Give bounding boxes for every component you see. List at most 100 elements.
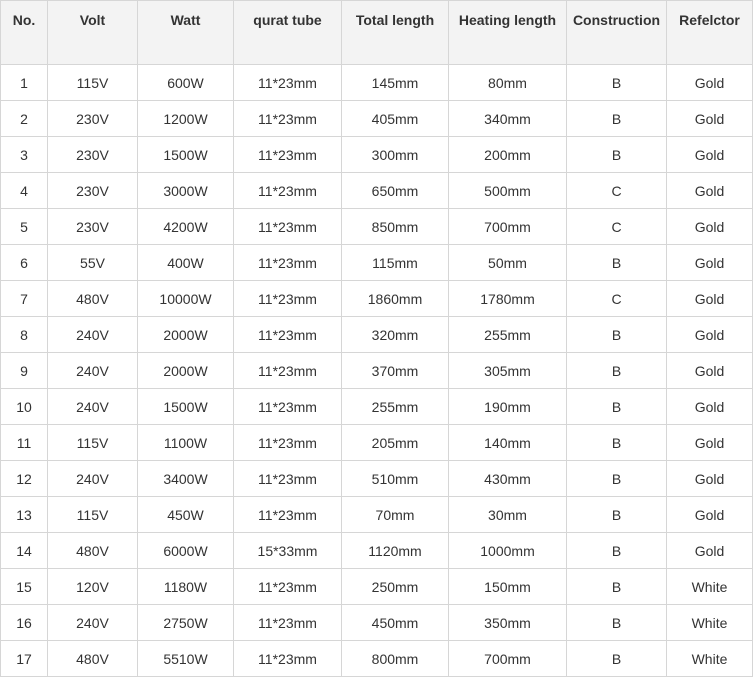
cell-no: 15	[0, 568, 48, 605]
cell-heating-length: 340mm	[448, 100, 567, 137]
cell-no: 4	[0, 172, 48, 209]
table-row: 14 480V 6000W 15*33mm 1120mm 1000mm B Gold	[0, 532, 753, 569]
cell-no: 5	[0, 208, 48, 245]
cell-quartz-tube: 11*23mm	[233, 496, 342, 533]
cell-total-length: 370mm	[341, 352, 449, 389]
cell-construction: B	[566, 316, 667, 353]
cell-watt: 10000W	[137, 280, 234, 317]
cell-construction: B	[566, 64, 667, 101]
cell-construction: B	[566, 604, 667, 641]
cell-construction: B	[566, 568, 667, 605]
cell-total-length: 1860mm	[341, 280, 449, 317]
cell-volt: 240V	[47, 460, 138, 497]
cell-volt: 55V	[47, 244, 138, 281]
cell-volt: 240V	[47, 388, 138, 425]
cell-volt: 120V	[47, 568, 138, 605]
cell-reflector: Gold	[666, 532, 753, 569]
header-row: No. Volt Watt qurat tube Total length He…	[0, 0, 753, 65]
cell-quartz-tube: 11*23mm	[233, 64, 342, 101]
cell-total-length: 250mm	[341, 568, 449, 605]
cell-watt: 2000W	[137, 316, 234, 353]
table-row: 6 55V 400W 11*23mm 115mm 50mm B Gold	[0, 244, 753, 281]
table-row: 9 240V 2000W 11*23mm 370mm 305mm B Gold	[0, 352, 753, 389]
cell-construction: B	[566, 136, 667, 173]
cell-heating-length: 700mm	[448, 208, 567, 245]
cell-reflector: Gold	[666, 424, 753, 461]
cell-heating-length: 150mm	[448, 568, 567, 605]
cell-heating-length: 80mm	[448, 64, 567, 101]
cell-volt: 240V	[47, 352, 138, 389]
cell-heating-length: 140mm	[448, 424, 567, 461]
cell-heating-length: 305mm	[448, 352, 567, 389]
cell-heating-length: 350mm	[448, 604, 567, 641]
cell-volt: 230V	[47, 208, 138, 245]
cell-no: 2	[0, 100, 48, 137]
cell-watt: 1500W	[137, 388, 234, 425]
cell-quartz-tube: 11*23mm	[233, 604, 342, 641]
cell-volt: 480V	[47, 280, 138, 317]
cell-no: 17	[0, 640, 48, 677]
cell-watt: 1100W	[137, 424, 234, 461]
cell-reflector: White	[666, 640, 753, 677]
cell-total-length: 1120mm	[341, 532, 449, 569]
cell-total-length: 300mm	[341, 136, 449, 173]
cell-quartz-tube: 11*23mm	[233, 352, 342, 389]
table-row: 8 240V 2000W 11*23mm 320mm 255mm B Gold	[0, 316, 753, 353]
cell-quartz-tube: 11*23mm	[233, 316, 342, 353]
table-row: 15 120V 1180W 11*23mm 250mm 150mm B White	[0, 568, 753, 605]
cell-reflector: Gold	[666, 316, 753, 353]
cell-total-length: 650mm	[341, 172, 449, 209]
cell-volt: 230V	[47, 136, 138, 173]
cell-heating-length: 255mm	[448, 316, 567, 353]
header-total-length: Total length	[341, 0, 449, 65]
cell-total-length: 115mm	[341, 244, 449, 281]
cell-no: 14	[0, 532, 48, 569]
cell-total-length: 800mm	[341, 640, 449, 677]
cell-no: 1	[0, 64, 48, 101]
cell-construction: B	[566, 496, 667, 533]
cell-no: 12	[0, 460, 48, 497]
table-row: 7 480V 10000W 11*23mm 1860mm 1780mm C Gold	[0, 280, 753, 317]
cell-volt: 115V	[47, 64, 138, 101]
cell-watt: 4200W	[137, 208, 234, 245]
cell-total-length: 145mm	[341, 64, 449, 101]
cell-no: 3	[0, 136, 48, 173]
table-row: 4 230V 3000W 11*23mm 650mm 500mm C Gold	[0, 172, 753, 209]
cell-heating-length: 30mm	[448, 496, 567, 533]
cell-reflector: Gold	[666, 172, 753, 209]
cell-reflector: Gold	[666, 496, 753, 533]
cell-watt: 2000W	[137, 352, 234, 389]
table-body: 1 115V 600W 11*23mm 145mm 80mm B Gold 2 230V 1200W…	[0, 64, 753, 677]
cell-quartz-tube: 11*23mm	[233, 208, 342, 245]
cell-total-length: 205mm	[341, 424, 449, 461]
cell-no: 11	[0, 424, 48, 461]
cell-construction: B	[566, 460, 667, 497]
cell-total-length: 70mm	[341, 496, 449, 533]
cell-no: 16	[0, 604, 48, 641]
cell-heating-length: 50mm	[448, 244, 567, 281]
cell-watt: 450W	[137, 496, 234, 533]
cell-watt: 1180W	[137, 568, 234, 605]
table-row: 1 115V 600W 11*23mm 145mm 80mm B Gold	[0, 64, 753, 101]
cell-heating-length: 1780mm	[448, 280, 567, 317]
cell-construction: B	[566, 244, 667, 281]
cell-construction: C	[566, 208, 667, 245]
cell-heating-length: 1000mm	[448, 532, 567, 569]
cell-no: 8	[0, 316, 48, 353]
table-row: 11 115V 1100W 11*23mm 205mm 140mm B Gold	[0, 424, 753, 461]
cell-reflector: Gold	[666, 208, 753, 245]
cell-total-length: 450mm	[341, 604, 449, 641]
header-quartz-tube: qurat tube	[233, 0, 342, 65]
cell-quartz-tube: 15*33mm	[233, 532, 342, 569]
cell-quartz-tube: 11*23mm	[233, 568, 342, 605]
cell-no: 7	[0, 280, 48, 317]
cell-reflector: Gold	[666, 280, 753, 317]
cell-construction: B	[566, 640, 667, 677]
cell-quartz-tube: 11*23mm	[233, 136, 342, 173]
cell-construction: B	[566, 532, 667, 569]
table-header: No. Volt Watt qurat tube Total length He…	[0, 0, 753, 65]
cell-quartz-tube: 11*23mm	[233, 100, 342, 137]
cell-construction: B	[566, 424, 667, 461]
cell-reflector: Gold	[666, 352, 753, 389]
cell-volt: 240V	[47, 316, 138, 353]
